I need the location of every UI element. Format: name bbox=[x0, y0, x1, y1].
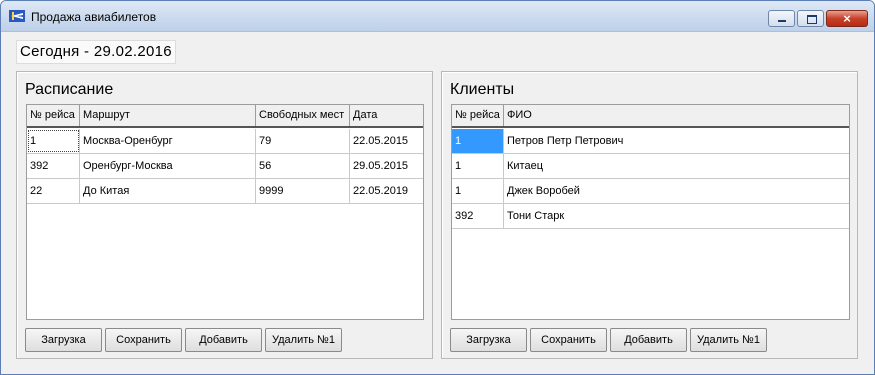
cell-date[interactable]: 22.05.2015 bbox=[350, 129, 423, 153]
maximize-button[interactable] bbox=[797, 10, 824, 27]
column-header-flight[interactable]: № рейса bbox=[27, 105, 80, 126]
cell-free-seats[interactable]: 79 bbox=[256, 129, 350, 153]
cell-free-seats[interactable]: 56 bbox=[256, 154, 350, 178]
cell-flight[interactable]: 22 bbox=[27, 179, 80, 203]
clients-grid[interactable]: № рейса ФИО 1 Петров Петр Петрович 1 Кит… bbox=[451, 104, 850, 320]
table-row[interactable]: 1 Джек Воробей bbox=[452, 179, 849, 204]
close-button[interactable]: × bbox=[826, 10, 868, 27]
cell-date[interactable]: 22.05.2019 bbox=[350, 179, 423, 203]
cell-route[interactable]: До Китая bbox=[80, 179, 256, 203]
schedule-load-button[interactable]: Загрузка bbox=[25, 328, 102, 352]
airplane-app-icon bbox=[9, 10, 25, 22]
cell-flight[interactable]: 1 bbox=[452, 129, 504, 153]
minimize-icon bbox=[778, 20, 786, 22]
clients-load-button[interactable]: Загрузка bbox=[450, 328, 527, 352]
cell-full-name[interactable]: Джек Воробей bbox=[504, 179, 849, 203]
schedule-delete-button[interactable]: Удалить №1 bbox=[265, 328, 342, 352]
clients-header-row: № рейса ФИО bbox=[452, 105, 849, 128]
table-row[interactable]: 1 Петров Петр Петрович bbox=[452, 129, 849, 154]
cell-full-name[interactable]: Китаец bbox=[504, 154, 849, 178]
schedule-save-button[interactable]: Сохранить bbox=[105, 328, 182, 352]
cell-flight[interactable]: 1 bbox=[27, 129, 80, 153]
window-title: Продажа авиабилетов bbox=[31, 10, 157, 24]
cell-route[interactable]: Оренбург-Москва bbox=[80, 154, 256, 178]
column-header-date[interactable]: Дата bbox=[350, 105, 423, 126]
minimize-button[interactable] bbox=[768, 10, 795, 27]
column-header-flight[interactable]: № рейса bbox=[452, 105, 504, 126]
cell-full-name[interactable]: Тони Старк bbox=[504, 204, 849, 228]
clients-add-button[interactable]: Добавить bbox=[610, 328, 687, 352]
today-date-label: Сегодня - 29.02.2016 bbox=[16, 40, 176, 64]
column-header-route[interactable]: Маршрут bbox=[80, 105, 256, 126]
clients-panel: Клиенты № рейса ФИО 1 Петров Петр Петров… bbox=[441, 71, 858, 359]
table-row[interactable]: 1 Москва-Оренбург 79 22.05.2015 bbox=[27, 129, 423, 154]
schedule-title: Расписание bbox=[25, 81, 114, 98]
column-header-full-name[interactable]: ФИО bbox=[504, 105, 849, 126]
column-header-free-seats[interactable]: Свободных мест bbox=[256, 105, 350, 126]
clients-save-button[interactable]: Сохранить bbox=[530, 328, 607, 352]
clients-delete-button[interactable]: Удалить №1 bbox=[690, 328, 767, 352]
clients-title: Клиенты bbox=[450, 81, 515, 98]
cell-flight[interactable]: 392 bbox=[27, 154, 80, 178]
schedule-header-row: № рейса Маршрут Свободных мест Дата bbox=[27, 105, 423, 128]
cell-full-name[interactable]: Петров Петр Петрович bbox=[504, 129, 849, 153]
maximize-icon bbox=[807, 15, 817, 24]
cell-free-seats[interactable]: 9999 bbox=[256, 179, 350, 203]
schedule-grid[interactable]: № рейса Маршрут Свободных мест Дата 1 Мо… bbox=[26, 104, 424, 320]
table-row[interactable]: 392 Оренбург-Москва 56 29.05.2015 bbox=[27, 154, 423, 179]
app-window: Продажа авиабилетов × Сегодня - 29.02.20… bbox=[0, 0, 875, 375]
cell-flight[interactable]: 1 bbox=[452, 179, 504, 203]
schedule-add-button[interactable]: Добавить bbox=[185, 328, 262, 352]
close-icon: × bbox=[843, 11, 851, 26]
title-bar[interactable]: Продажа авиабилетов × bbox=[1, 1, 874, 32]
cell-date[interactable]: 29.05.2015 bbox=[350, 154, 423, 178]
schedule-panel: Расписание № рейса Маршрут Свободных мес… bbox=[16, 71, 433, 359]
table-row[interactable]: 1 Китаец bbox=[452, 154, 849, 179]
cell-route[interactable]: Москва-Оренбург bbox=[80, 129, 256, 153]
table-row[interactable]: 22 До Китая 9999 22.05.2019 bbox=[27, 179, 423, 204]
cell-flight[interactable]: 1 bbox=[452, 154, 504, 178]
table-row[interactable]: 392 Тони Старк bbox=[452, 204, 849, 229]
cell-flight[interactable]: 392 bbox=[452, 204, 504, 228]
